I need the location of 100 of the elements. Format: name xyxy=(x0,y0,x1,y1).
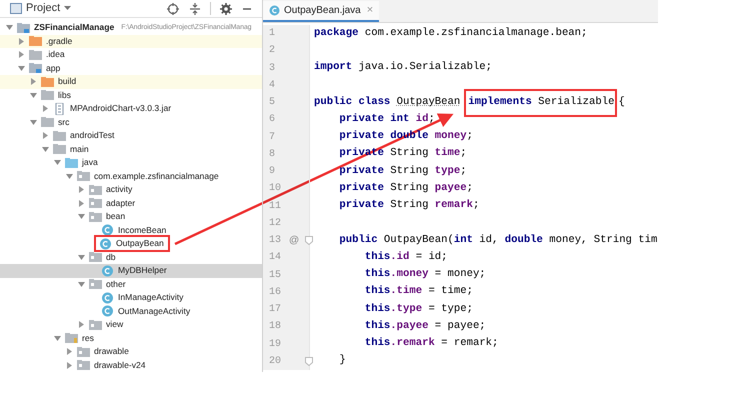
module-folder-icon xyxy=(17,22,30,34)
code-line: this.money = money; xyxy=(364,267,486,282)
line-number: 6 xyxy=(269,113,276,128)
tree-label: MyDBHelper xyxy=(118,264,167,278)
tree-item[interactable]: java xyxy=(0,156,262,170)
tree-item[interactable]: MyDBHelper xyxy=(0,264,262,278)
package-folder-icon xyxy=(77,359,90,372)
tree-item[interactable]: build xyxy=(0,75,262,88)
dropdown-caret-icon[interactable] xyxy=(64,6,72,11)
line-number: 15 xyxy=(269,268,282,283)
tree-label: com.example.zsfinancialmanage xyxy=(94,170,219,183)
line-number: 14 xyxy=(269,251,282,266)
tree-item[interactable]: drawable xyxy=(0,345,262,358)
tree-item[interactable]: other xyxy=(0,278,262,291)
line-number: 16 xyxy=(269,286,282,300)
tree-item[interactable]: db xyxy=(0,250,262,264)
folder-icon xyxy=(41,76,54,88)
tree-item[interactable]: adapter xyxy=(0,196,262,210)
tree-item[interactable]: androidTest xyxy=(0,129,262,142)
module-folder-icon xyxy=(29,62,42,74)
expanded-arrow-icon[interactable] xyxy=(54,334,60,342)
tree-item[interactable]: res xyxy=(0,332,262,345)
tree-label: libs xyxy=(58,88,71,102)
tree-label: MPAndroidChart-v3.0.3.jar xyxy=(70,102,172,116)
settings-icon[interactable] xyxy=(220,2,232,14)
tree-label: IncomeBean xyxy=(118,224,166,237)
tree-item[interactable]: main xyxy=(0,142,262,156)
tree-item[interactable]: app xyxy=(0,62,262,75)
class-file-icon xyxy=(101,305,114,318)
line-number: 7 xyxy=(269,130,276,145)
line-number: 1 xyxy=(269,27,276,42)
tree-item[interactable]: view xyxy=(0,318,262,332)
line-number: 13 xyxy=(269,234,282,248)
tree-label: db xyxy=(106,250,116,264)
code-line: package com.example.zsfinancialmanage.bean; xyxy=(313,26,588,41)
tree-item[interactable]: libs xyxy=(0,88,262,102)
collapsed-arrow-icon[interactable] xyxy=(30,78,36,86)
tree-item[interactable]: IncomeBean xyxy=(0,224,262,237)
line-number: 9 xyxy=(269,165,276,180)
collapsed-arrow-icon[interactable] xyxy=(42,105,48,112)
code-line: } xyxy=(338,353,346,368)
folder-icon xyxy=(53,130,66,142)
tree-label: res xyxy=(82,332,94,345)
resources-folder-icon xyxy=(65,332,78,344)
tree-label: drawable xyxy=(94,345,129,358)
package-folder-icon xyxy=(89,318,102,331)
tree-item[interactable]: com.example.zsfinancialmanage xyxy=(0,170,262,183)
tree-item[interactable]: MPAndroidChart-v3.0.3.jar xyxy=(0,102,262,116)
tree-item[interactable]: drawable-v24 xyxy=(0,358,262,372)
line-number: 20 xyxy=(269,354,282,369)
annotation-box: implements Serializable xyxy=(466,90,616,115)
folder-icon xyxy=(41,116,54,128)
tree-label: .gradle xyxy=(46,34,72,48)
fold-marker-icon[interactable] xyxy=(305,236,313,246)
collapsed-arrow-icon[interactable] xyxy=(42,132,48,140)
folder-icon xyxy=(65,156,78,169)
class-file-icon xyxy=(101,264,114,277)
tree-item[interactable]: bean xyxy=(0,210,262,224)
folder-icon xyxy=(41,89,54,102)
panel-title[interactable]: Project xyxy=(26,0,60,17)
line-number: 2 xyxy=(269,44,276,58)
line-number: 18 xyxy=(269,320,282,334)
tree-item[interactable]: OutpayBean xyxy=(0,237,262,250)
fold-marker-icon[interactable] xyxy=(305,356,313,366)
expanded-arrow-icon[interactable] xyxy=(18,64,24,72)
tree-item[interactable]: src xyxy=(0,116,262,129)
tree-label: java xyxy=(82,156,98,170)
line-number: 11 xyxy=(269,200,282,214)
package-folder-icon xyxy=(89,210,102,223)
package-folder-icon xyxy=(77,346,90,358)
tree-item[interactable]: OutManageActivity xyxy=(0,304,262,318)
line-number: 19 xyxy=(269,338,282,352)
expanded-arrow-icon[interactable] xyxy=(78,280,84,288)
folder-icon xyxy=(29,35,42,48)
tree-item[interactable]: activity xyxy=(0,183,262,196)
expanded-arrow-icon[interactable] xyxy=(78,254,84,261)
tree-label: InManageActivity xyxy=(118,291,184,304)
code-line: this.type = type; xyxy=(364,302,473,317)
line-number: 10 xyxy=(269,182,282,196)
line-number: 5 xyxy=(269,96,276,110)
expanded-arrow-icon[interactable] xyxy=(30,118,36,126)
locate-target-icon[interactable] xyxy=(167,2,179,14)
tree-label: main xyxy=(70,142,89,156)
collapse-icon[interactable] xyxy=(189,2,201,14)
tree-item[interactable]: .idea xyxy=(0,48,262,62)
expanded-arrow-icon[interactable] xyxy=(30,92,36,99)
code-line: this.remark = remark; xyxy=(364,336,498,352)
expanded-arrow-icon[interactable] xyxy=(6,24,12,32)
tree-label: build xyxy=(58,75,76,88)
tab-label: OutpayBean.java xyxy=(284,4,361,18)
editor-tab[interactable]: OutpayBean.java × xyxy=(263,1,380,22)
tree-label: androidTest xyxy=(70,129,114,142)
tree-item[interactable]: .gradle xyxy=(0,34,262,48)
panel-icon xyxy=(10,3,22,14)
expanded-arrow-icon[interactable] xyxy=(78,213,84,220)
collapsed-arrow-icon[interactable] xyxy=(78,321,84,328)
tree-item[interactable]: InManageActivity xyxy=(0,291,262,304)
code-line: private int id; xyxy=(338,112,435,127)
class-file-icon xyxy=(101,224,114,236)
jar-file-icon xyxy=(53,102,66,115)
